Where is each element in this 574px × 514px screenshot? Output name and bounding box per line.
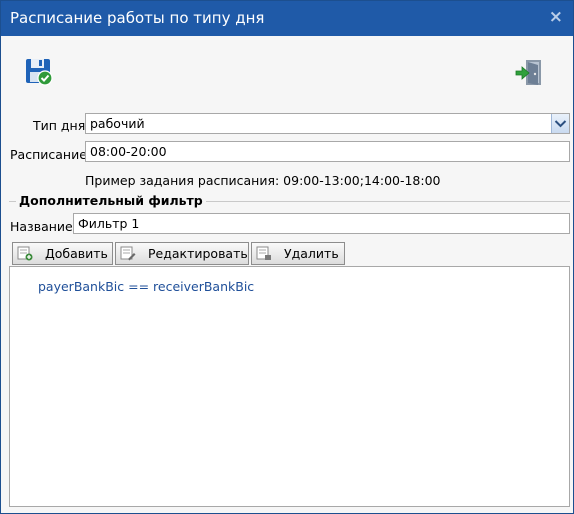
add-icon [17,246,33,261]
save-button[interactable] [24,57,54,87]
edit-button[interactable]: Редактировать [115,242,249,265]
day-type-value: рабочий [90,116,145,131]
dialog-window: Расписание работы по типу дня × Тип дня … [0,0,574,514]
chevron-down-icon[interactable] [551,114,569,133]
filter-legend: Дополнительный фильтр [16,193,206,208]
window-title: Расписание работы по типу дня [10,9,265,27]
delete-icon [256,246,271,260]
close-icon[interactable]: × [549,7,563,27]
filter-name-input[interactable]: Фильтр 1 [73,213,570,234]
schedule-hint: Пример задания расписания: 09:00-13:00;1… [85,173,441,188]
add-button[interactable]: Добавить [12,242,113,265]
filter-expression-panel[interactable]: payerBankBic == receiverBankBic [9,266,570,507]
day-type-label: Тип дня [33,118,86,133]
day-type-select[interactable]: рабочий [85,113,570,134]
schedule-label: Расписание [10,147,87,162]
floppy-save-icon [26,59,53,86]
title-bar[interactable]: Расписание работы по типу дня × [1,1,573,36]
exit-door-icon [515,60,541,85]
filter-name-label: Название [10,219,73,234]
exit-button[interactable] [514,58,544,88]
filter-expression: payerBankBic == receiverBankBic [38,279,255,294]
delete-button[interactable]: Удалить [251,242,345,265]
edit-icon [120,246,136,261]
schedule-input[interactable]: 08:00-20:00 [85,141,570,162]
